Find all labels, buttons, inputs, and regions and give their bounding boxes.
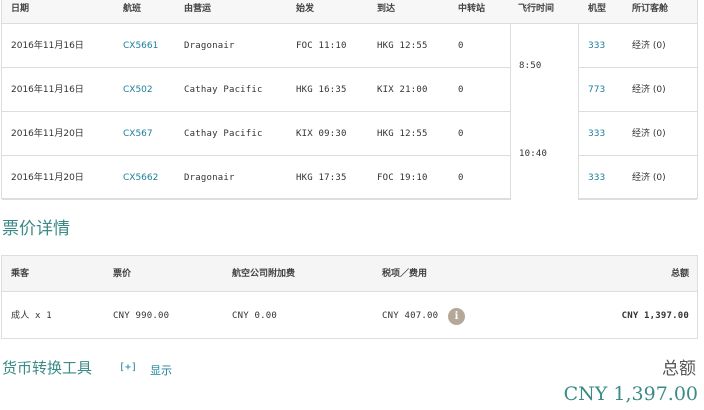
grand-total-label: 总额: [662, 359, 696, 379]
fare-details-title: 票价详情: [2, 219, 70, 239]
col-arrive: 到达: [377, 4, 396, 14]
flight-operator: Cathay Pacific: [184, 129, 263, 139]
flight-row: 2016年11月16日 CX5661 Dragonair FOC 11:10 H…: [2, 24, 697, 68]
flight-row: 2016年11月16日 CX502 Cathay Pacific HKG 16:…: [2, 68, 697, 112]
fare-row: 成人 x 1 CNY 990.00 CNY 0.00 CNY 407.00 CN…: [2, 292, 697, 339]
flight-date: 2016年11月16日: [11, 85, 84, 95]
fare-table: 乘客 票价 航空公司附加费 税项／费用 总额 成人 x 1 CNY 990.00…: [1, 255, 698, 339]
flight-depart: HKG 17:35: [296, 173, 347, 183]
flight-depart: HKG 16:35: [296, 85, 347, 95]
flight-number-link[interactable]: CX5661: [123, 40, 158, 52]
flight-stops: 0: [458, 129, 464, 139]
passenger-type: 成人 x 1: [11, 311, 52, 321]
flight-arrive: FOC 19:10: [377, 173, 428, 183]
col-depart: 始发: [296, 4, 315, 14]
col-passenger: 乘客: [11, 269, 30, 279]
aircraft-link[interactable]: 333: [588, 40, 605, 52]
col-total: 总额: [670, 269, 689, 279]
col-aircraft: 机型: [588, 4, 607, 14]
fare-amount: CNY 990.00: [113, 311, 170, 321]
duration-value: 10:40: [519, 149, 548, 159]
col-fare: 票价: [113, 269, 132, 279]
duration-value: 8:50: [519, 61, 542, 71]
flight-date: 2016年11月20日: [11, 129, 84, 139]
flight-date: 2016年11月16日: [11, 41, 84, 51]
flight-date: 2016年11月20日: [11, 173, 84, 183]
flight-cabin: 经济 (0): [632, 41, 666, 51]
fare-total-amount: CNY 1,397.00: [621, 311, 689, 321]
flight-operator: Cathay Pacific: [184, 85, 263, 95]
flight-stops: 0: [458, 85, 464, 95]
flight-depart: FOC 11:10: [296, 41, 347, 51]
col-flight: 航班: [123, 4, 142, 14]
fare-table-header: 乘客 票价 航空公司附加费 税项／费用 总额: [2, 256, 697, 292]
col-surcharge: 航空公司附加费: [232, 269, 296, 279]
flight-operator: Dragonair: [184, 173, 235, 183]
flight-cabin: 经济 (0): [632, 85, 666, 95]
col-operator: 由营运: [184, 4, 212, 14]
flight-number-link[interactable]: CX502: [123, 84, 153, 96]
taxes-amount: CNY 407.00: [382, 311, 439, 321]
surcharge-amount: CNY 0.00: [232, 311, 277, 321]
flight-number-link[interactable]: CX567: [123, 128, 153, 140]
flight-number-link[interactable]: CX5662: [123, 172, 158, 184]
flight-itinerary-table: 日期 航班 由营运 始发 到达 中转站 飞行时间 机型 所订客舱 2016年11…: [1, 0, 698, 200]
flight-cabin: 经济 (0): [632, 173, 666, 183]
col-cabin: 所订客舱: [632, 4, 669, 14]
currency-converter-title: 货币转换工具: [2, 359, 93, 377]
aircraft-link[interactable]: 333: [588, 172, 605, 184]
flight-duration-outbound: 8:50: [510, 24, 579, 112]
flight-operator: Dragonair: [184, 41, 235, 51]
aircraft-link[interactable]: 773: [588, 84, 605, 96]
col-date: 日期: [11, 4, 30, 14]
flight-table-header: 日期 航班 由营运 始发 到达 中转站 飞行时间 机型 所订客舱: [2, 0, 697, 24]
col-stops: 中转站: [458, 4, 486, 14]
col-taxes: 税项／费用: [382, 269, 428, 279]
flight-stops: 0: [458, 41, 464, 51]
flight-stops: 0: [458, 173, 464, 183]
flight-arrive: HKG 12:55: [377, 41, 428, 51]
currency-show-link[interactable]: 显示: [150, 362, 172, 378]
currency-expand-toggle[interactable]: [+]: [119, 362, 137, 373]
flight-depart: KIX 09:30: [296, 129, 347, 139]
grand-total-value: CNY 1,397.00: [563, 383, 698, 405]
col-duration: 飞行时间: [518, 4, 555, 14]
flight-arrive: HKG 12:55: [377, 129, 428, 139]
aircraft-link[interactable]: 333: [588, 128, 605, 140]
tax-info-icon[interactable]: i: [448, 308, 465, 325]
flight-duration-return: 10:40: [510, 112, 579, 200]
flight-row: 2016年11月20日 CX5662 Dragonair HKG 17:35 F…: [2, 156, 697, 200]
flight-arrive: KIX 21:00: [377, 85, 428, 95]
flight-row: 2016年11月20日 CX567 Cathay Pacific KIX 09:…: [2, 112, 697, 156]
flight-cabin: 经济 (0): [632, 129, 666, 139]
